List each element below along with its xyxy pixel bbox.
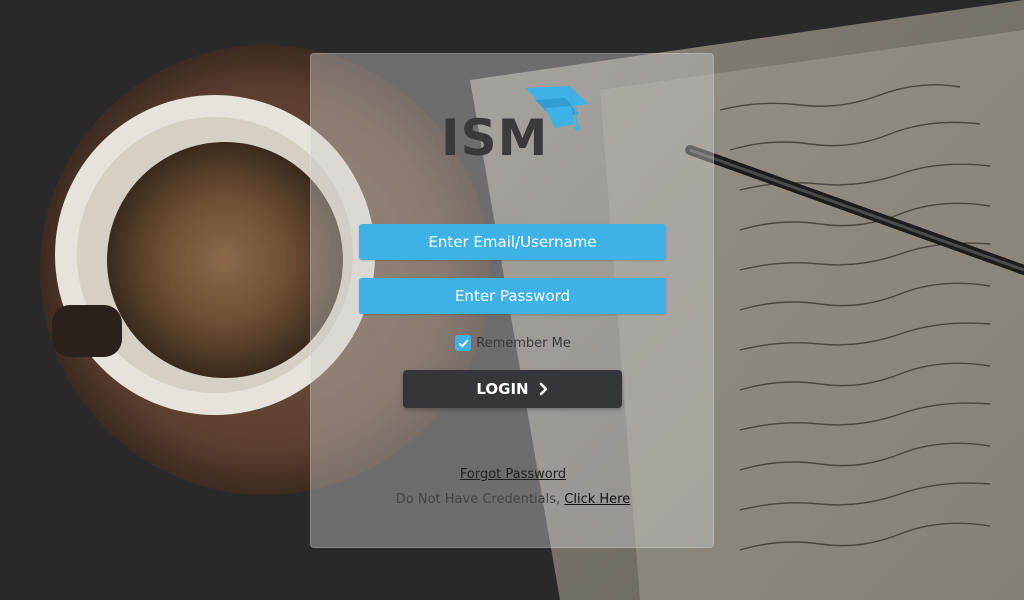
login-panel: ISM Remember Me LOGIN Forgot Password (310, 53, 714, 548)
ism-logo: ISM (441, 86, 591, 167)
remember-me-row: Remember Me (311, 334, 715, 352)
login-button[interactable]: LOGIN (403, 370, 622, 408)
no-credentials-text: Do Not Have Credentials, (395, 492, 561, 507)
logo-text: ISM (441, 109, 549, 167)
login-button-label: LOGIN (476, 380, 529, 398)
password-field[interactable] (359, 278, 666, 314)
check-icon (458, 339, 468, 347)
click-here-link[interactable]: Click Here (564, 492, 630, 507)
remember-me-label[interactable]: Remember Me (476, 336, 571, 351)
login-page: ISM Remember Me LOGIN Forgot Password (0, 0, 1024, 600)
forgot-password-link[interactable]: Forgot Password (460, 467, 566, 482)
register-row: Do Not Have Credentials, Click Here (311, 492, 715, 507)
email-field[interactable] (359, 224, 666, 260)
chevron-right-icon (539, 382, 549, 396)
forgot-password-row: Forgot Password (311, 467, 715, 482)
remember-me-checkbox[interactable] (455, 335, 472, 351)
